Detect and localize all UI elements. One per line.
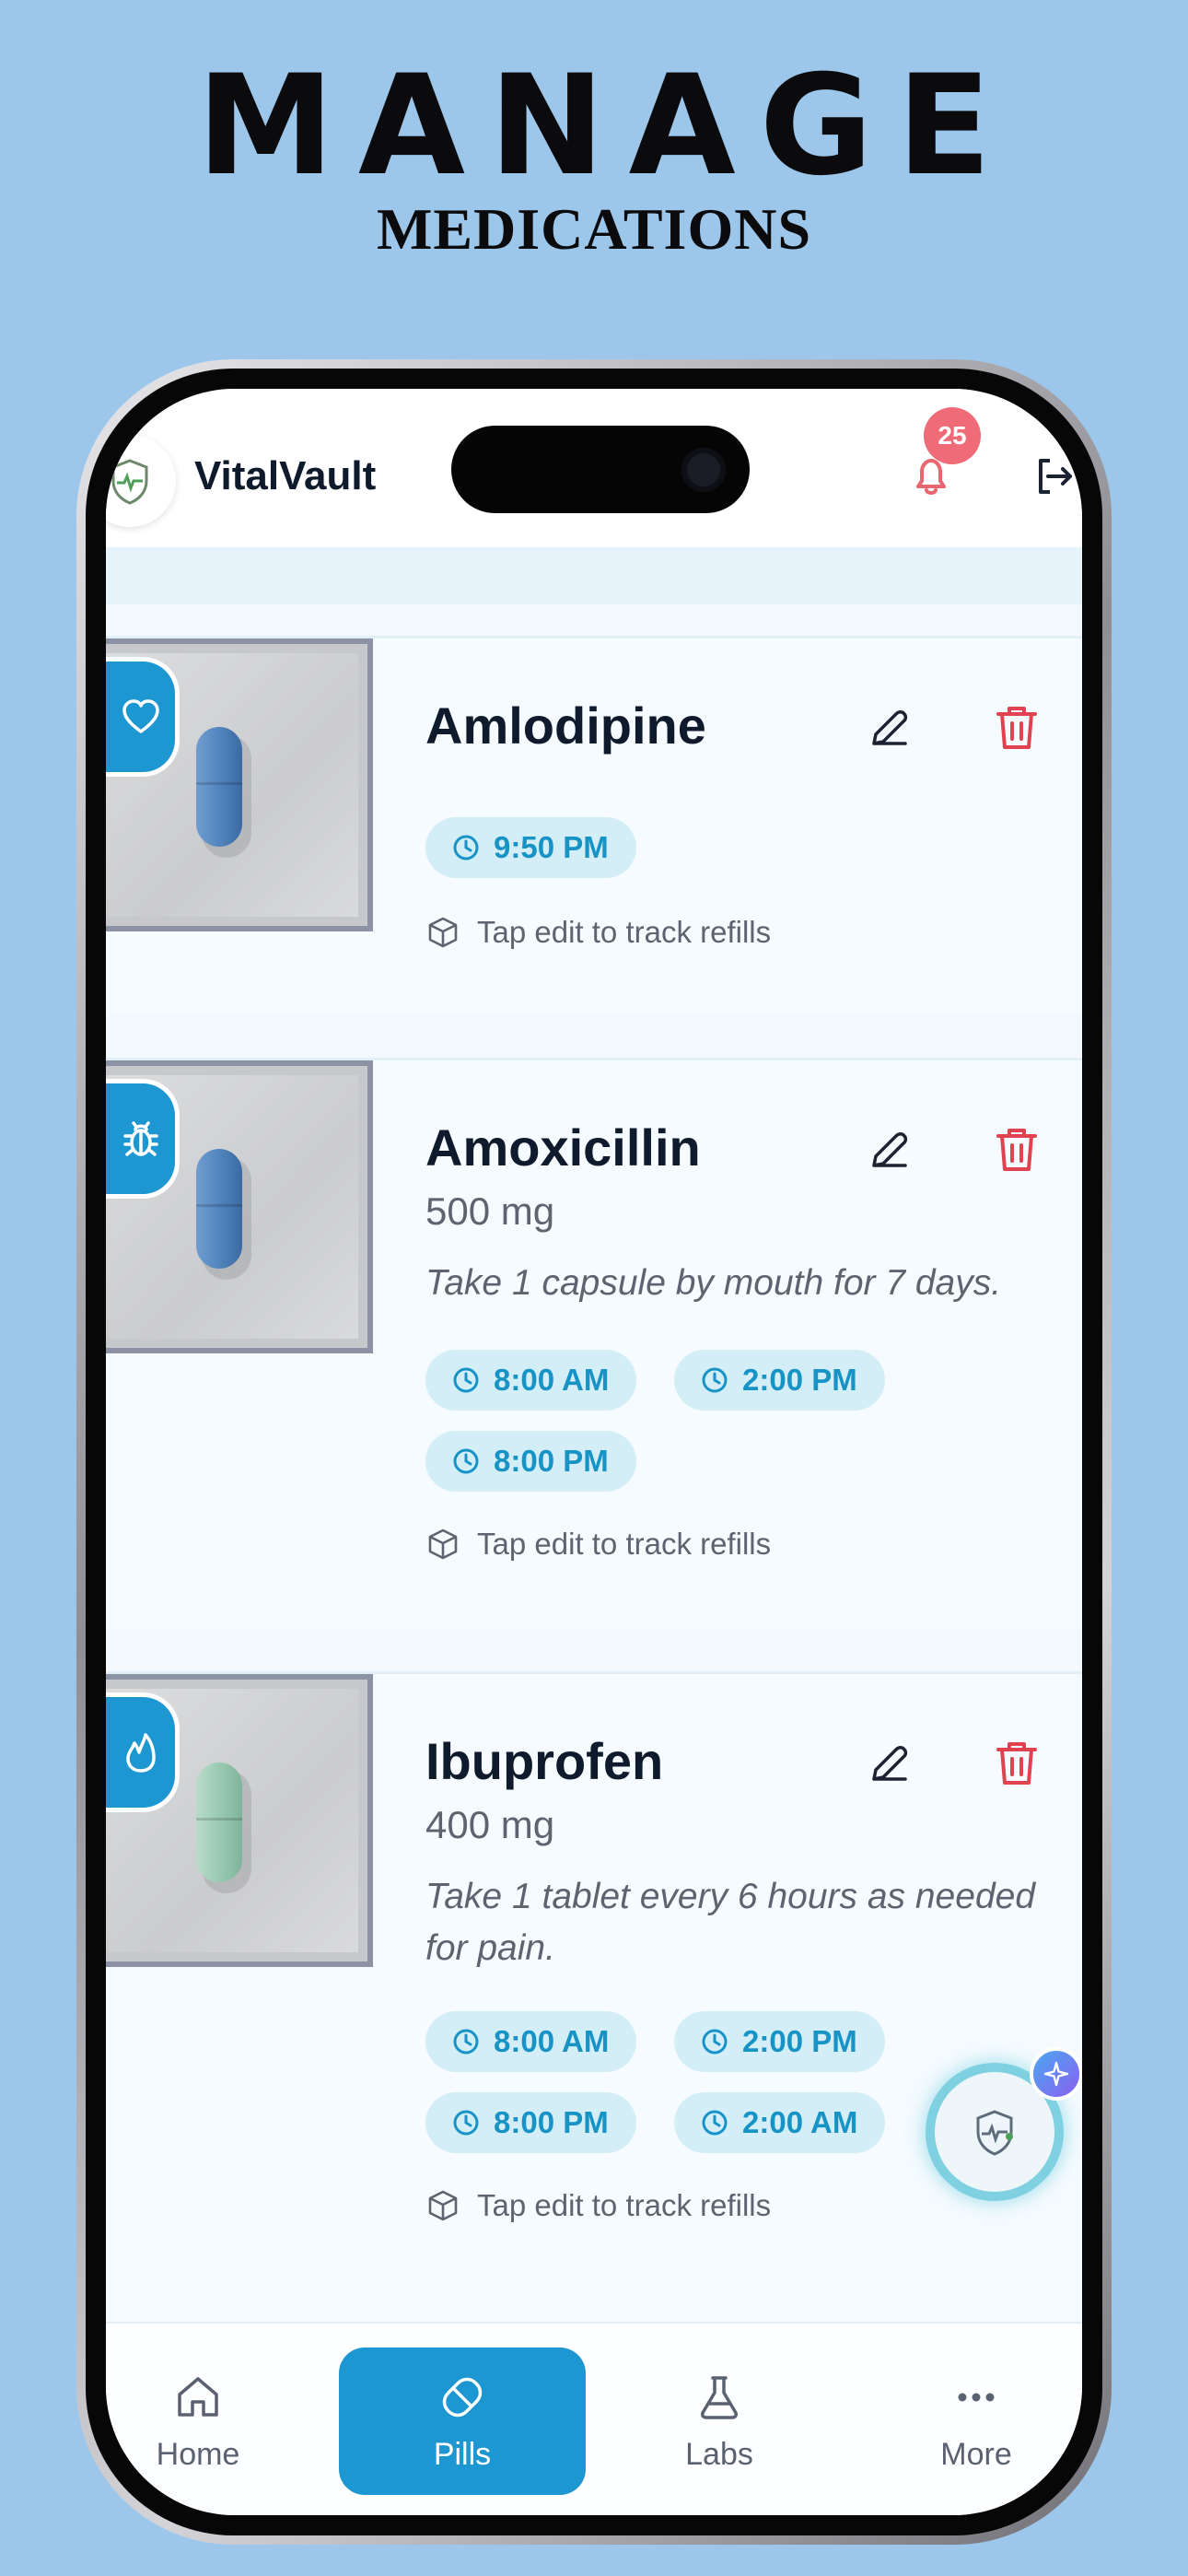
dose-time: 8:00 PM xyxy=(494,1444,609,1478)
notification-badge: 25 xyxy=(924,407,981,464)
package-icon xyxy=(428,1528,458,1560)
dose-time: 8:00 AM xyxy=(494,2024,610,2058)
nav-labs[interactable]: Labs xyxy=(636,2348,802,2495)
medication-instructions: Take 1 tablet every 6 hours as needed fo… xyxy=(425,1877,1036,1968)
package-icon xyxy=(428,917,458,948)
dose-time: 2:00 PM xyxy=(742,1363,857,1397)
edit-button[interactable] xyxy=(863,1123,914,1175)
refill-hint: Tap edit to track refills xyxy=(425,915,771,950)
clock-icon xyxy=(702,2029,728,2055)
edit-button[interactable] xyxy=(863,701,914,753)
refill-hint: Tap edit to track refills xyxy=(425,2188,771,2223)
dose-time-chip[interactable]: 2:00 PM xyxy=(674,1350,885,1411)
dose-time-chip[interactable]: 8:00 AM xyxy=(425,2011,637,2072)
package-icon xyxy=(428,2190,458,2221)
dose-time-chip[interactable]: 9:50 PM xyxy=(425,817,636,878)
dose-time-chip[interactable]: 8:00 PM xyxy=(425,2092,636,2153)
refill-text: Tap edit to track refills xyxy=(477,1527,772,1561)
flask-icon xyxy=(701,2375,738,2419)
dose-time: 8:00 PM xyxy=(494,2105,609,2139)
medication-card: Amoxicillin 500 mg Take 1 capsule by mou… xyxy=(106,1058,1082,1629)
flame-icon xyxy=(106,1692,180,1812)
section-header-band xyxy=(106,547,1082,604)
app-name: VitalVault xyxy=(194,453,377,498)
clock-icon xyxy=(453,1448,479,1474)
app-screen: VitalVault 25 Amlodipine 9:50 PM Tap edi… xyxy=(106,389,1082,2515)
delete-button[interactable] xyxy=(993,1737,1041,1788)
app-logo-icon xyxy=(106,435,176,527)
dose-time-chip[interactable]: 8:00 PM xyxy=(425,1431,636,1492)
medication-card: Ibuprofen 400 mg Take 1 tablet every 6 h… xyxy=(106,1671,1082,2327)
medication-dose: 500 mg xyxy=(425,1189,555,1233)
logout-icon[interactable] xyxy=(1031,453,1077,499)
edit-button[interactable] xyxy=(863,1737,914,1788)
dynamic-island xyxy=(451,426,750,513)
delete-button[interactable] xyxy=(993,701,1041,753)
clock-icon xyxy=(453,2029,479,2055)
heart-icon xyxy=(106,657,180,777)
medication-name: Ibuprofen xyxy=(425,1732,664,1790)
medication-name: Amoxicillin xyxy=(425,1118,701,1177)
clock-icon xyxy=(453,835,479,861)
medication-name: Amlodipine xyxy=(425,697,706,755)
pill-icon xyxy=(442,2377,483,2417)
nav-home-label: Home xyxy=(156,2436,240,2472)
dose-time-chip[interactable]: 2:00 AM xyxy=(674,2092,886,2153)
bottom-navigation: Home Pills Labs More xyxy=(106,2322,1082,2515)
app-header: VitalVault 25 xyxy=(106,389,1082,547)
dose-time-chip[interactable]: 8:00 AM xyxy=(425,1350,637,1411)
more-dots-icon xyxy=(958,2393,995,2401)
hero-title: MANAGE xyxy=(196,46,1016,206)
shield-pulse-icon xyxy=(976,2110,1013,2156)
hero-subtitle: MEDICATIONS xyxy=(376,196,812,262)
nav-pills-label: Pills xyxy=(433,2436,492,2472)
clock-icon xyxy=(702,1367,728,1393)
nav-labs-label: Labs xyxy=(685,2436,753,2472)
home-icon xyxy=(178,2376,218,2417)
clock-icon xyxy=(702,2110,728,2136)
dose-time: 8:00 AM xyxy=(494,1363,610,1397)
refill-hint: Tap edit to track refills xyxy=(425,1527,771,1562)
nav-more[interactable]: More xyxy=(893,2348,1059,2495)
dose-time: 2:00 AM xyxy=(742,2105,858,2139)
medication-instructions: Take 1 capsule by mouth for 7 days. xyxy=(425,1263,1002,1303)
medication-card: Amlodipine 9:50 PM Tap edit to track ref… xyxy=(106,636,1082,1013)
clock-icon xyxy=(453,1367,479,1393)
clock-icon xyxy=(453,2110,479,2136)
nav-home[interactable]: Home xyxy=(115,2348,281,2495)
dose-time-chip[interactable]: 2:00 PM xyxy=(674,2011,885,2072)
medication-dose: 400 mg xyxy=(425,1803,555,1846)
camera-icon xyxy=(681,448,726,492)
dose-time: 2:00 PM xyxy=(742,2024,857,2058)
nav-pills[interactable]: Pills xyxy=(339,2348,586,2495)
dose-time: 9:50 PM xyxy=(494,830,609,864)
delete-button[interactable] xyxy=(993,1123,1041,1175)
bug-icon xyxy=(106,1079,180,1199)
nav-more-label: More xyxy=(940,2436,1012,2472)
refill-text: Tap edit to track refills xyxy=(477,2188,772,2222)
sparkle-icon[interactable] xyxy=(1030,2047,1082,2101)
refill-text: Tap edit to track refills xyxy=(477,915,772,949)
phone-frame: VitalVault 25 Amlodipine 9:50 PM Tap edi… xyxy=(76,359,1112,2545)
phone-bezel: VitalVault 25 Amlodipine 9:50 PM Tap edi… xyxy=(86,369,1102,2535)
